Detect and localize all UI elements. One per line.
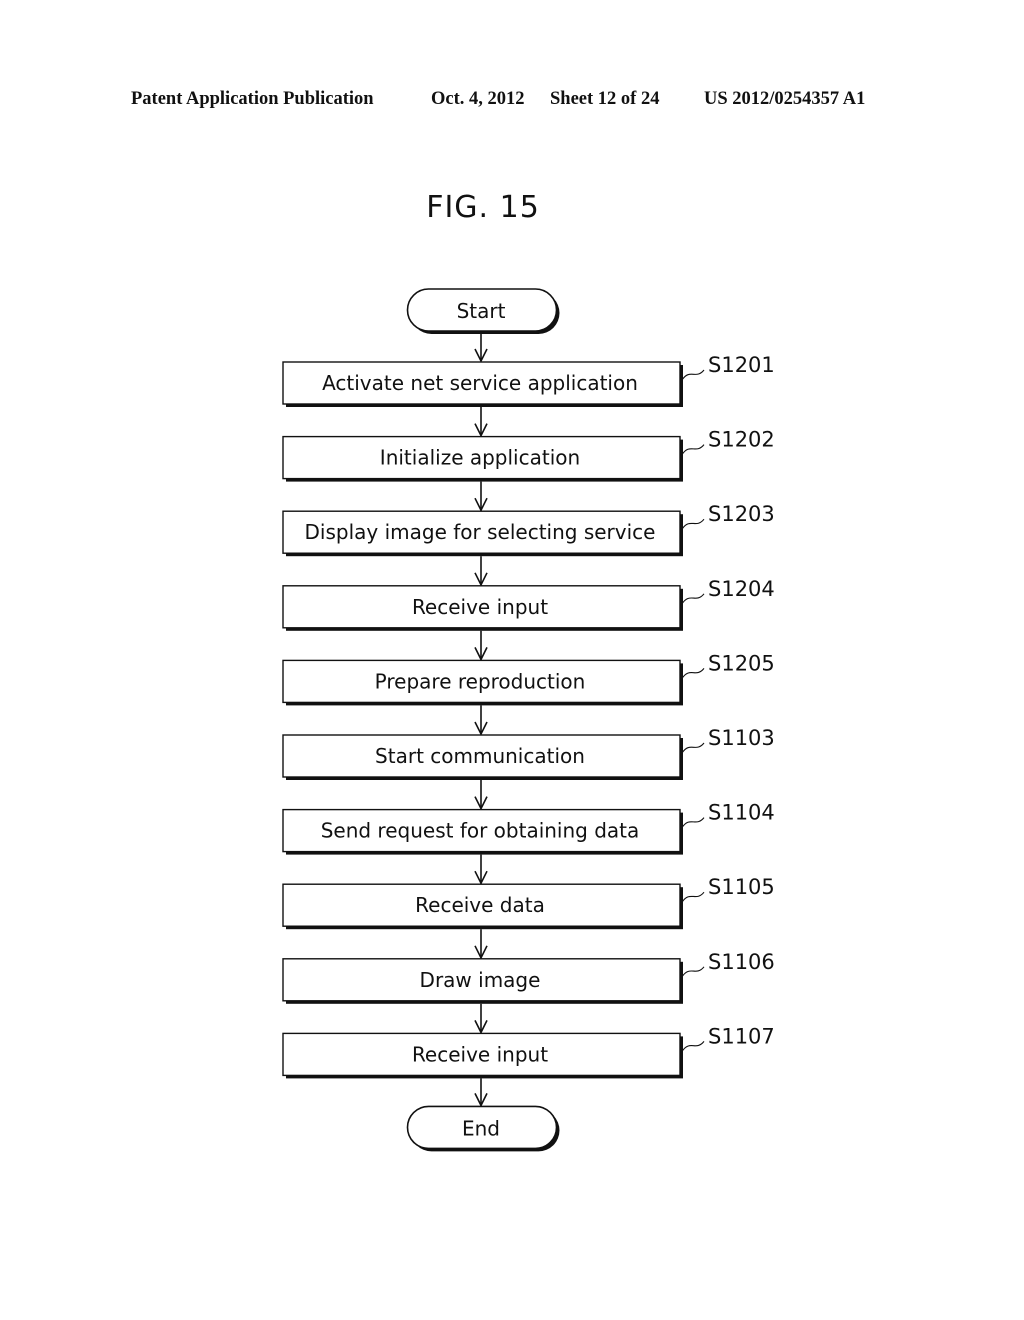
step-id-label: S1105 <box>708 875 775 899</box>
process-box-label: Receive input <box>412 595 548 619</box>
end-terminal-label: End <box>462 1116 500 1140</box>
step-id-label: S1205 <box>708 651 775 675</box>
step-leader-line <box>681 817 705 828</box>
step-id-label: S1201 <box>708 353 775 377</box>
step-id-label: S1203 <box>708 502 775 526</box>
start-terminal-label: Start <box>457 299 506 323</box>
flowchart: Start Activate net service application S12… <box>282 288 775 1152</box>
step-id-label: S1103 <box>708 726 775 750</box>
step-leader-line <box>681 369 705 381</box>
process-box-label: Receive data <box>415 893 545 917</box>
step-id-label: S1106 <box>708 950 775 974</box>
step-id-label: S1107 <box>708 1024 775 1048</box>
step-leader-line <box>681 444 705 455</box>
step-leader-line <box>681 668 705 679</box>
process-box-label: Send request for obtaining data <box>321 819 640 843</box>
process-box-label: Display image for selecting service <box>305 520 656 544</box>
process-box-label: Draw image <box>420 968 541 992</box>
process-box-label: Initialize application <box>380 446 580 470</box>
step-leader-line <box>681 1041 705 1052</box>
process-box-label: Activate net service application <box>322 371 638 395</box>
step-leader-line <box>681 593 705 605</box>
process-box-label: Start communication <box>375 744 585 768</box>
process-box-label: Receive input <box>412 1042 548 1066</box>
step-leader-line <box>681 891 705 903</box>
step-leader-line <box>681 518 705 530</box>
step-id-label: S1204 <box>708 577 775 601</box>
step-leader-line <box>681 966 705 978</box>
step-id-label: S1202 <box>708 428 775 452</box>
step-id-label: S1104 <box>708 801 775 825</box>
process-box-label: Prepare reproduction <box>375 669 586 693</box>
step-leader-line <box>681 742 705 754</box>
